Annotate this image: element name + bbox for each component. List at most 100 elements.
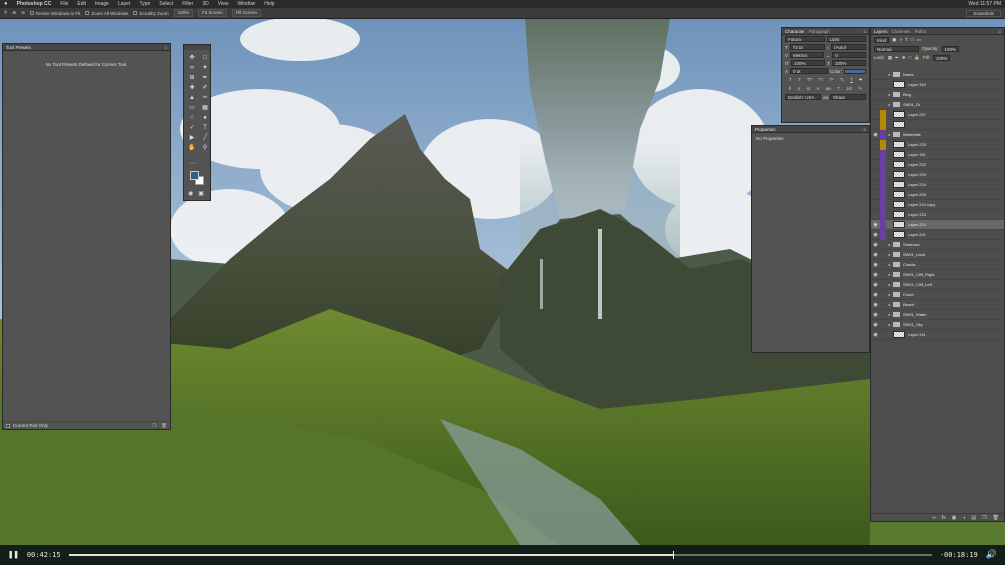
menu-item-3d[interactable]: 3D xyxy=(202,1,208,7)
filter-smart-icon[interactable]: ▭ xyxy=(916,37,920,43)
menu-item-image[interactable]: Image xyxy=(95,1,109,7)
pen-tool-icon[interactable]: ✓ xyxy=(186,123,198,133)
layer-row[interactable]: Layer 340 xyxy=(871,80,1004,90)
baseline-field[interactable]: 0 pt xyxy=(790,68,828,74)
visibility-eye-icon[interactable]: ◉ xyxy=(871,252,880,258)
panel-menu-icon[interactable]: ≡ xyxy=(998,28,1001,34)
lasso-tool-icon[interactable]: ∞ xyxy=(186,63,198,73)
layer-row[interactable]: ◉ Layer 221 xyxy=(871,229,1004,240)
visibility-eye-icon[interactable]: ◉ xyxy=(871,302,880,308)
layer-group-row[interactable]: ◉ ▸ SW01_Land xyxy=(871,250,1004,260)
filter-type-icon[interactable]: T xyxy=(905,37,908,42)
group-disclosure-icon[interactable]: ▸ xyxy=(886,272,893,277)
tab-layers[interactable]: Layers xyxy=(874,28,892,34)
visibility-eye-icon[interactable]: ◉ xyxy=(871,282,880,288)
group-disclosure-icon[interactable]: ▸ xyxy=(886,282,893,287)
menu-item-photoshop-cc[interactable]: Photoshop CC xyxy=(17,1,52,7)
adjustment-layer-icon[interactable]: ◑ xyxy=(962,515,965,521)
visibility-eye-icon[interactable]: ◉ xyxy=(871,132,880,138)
group-disclosure-icon[interactable]: ▸ xyxy=(886,92,893,97)
tab-paths[interactable]: Paths xyxy=(915,28,931,34)
menu-item-view[interactable]: View xyxy=(218,1,229,7)
strikethrough-button[interactable]: T xyxy=(859,77,862,82)
crop-tool-icon[interactable]: ⊞ xyxy=(186,73,198,83)
zoom-tool-panel-icon[interactable]: ⚲ xyxy=(199,143,211,153)
dodge-tool-icon[interactable]: ● xyxy=(199,113,211,123)
progress-knob[interactable] xyxy=(672,551,674,559)
layer-group-row[interactable]: ▸ Bing xyxy=(871,90,1004,100)
filter-pixel-icon[interactable]: ▣ xyxy=(892,37,896,43)
small-caps-button[interactable]: Tт xyxy=(818,77,823,82)
group-disclosure-icon[interactable]: ▸ xyxy=(886,262,893,267)
new-preset-icon[interactable]: ❐ xyxy=(152,423,156,429)
menu-item-edit[interactable]: Edit xyxy=(77,1,86,7)
more-tools-icon[interactable]: ⋯ xyxy=(190,160,196,167)
progress-bar[interactable] xyxy=(68,551,932,559)
half-button[interactable]: ½ xyxy=(858,86,862,91)
opacity-field[interactable]: 100% xyxy=(941,45,960,52)
layer-row[interactable]: Layer 232 xyxy=(871,159,1004,170)
foreground-color-swatch[interactable] xyxy=(190,171,199,180)
alternates-button[interactable]: A xyxy=(816,86,819,91)
lock-artboard-icon[interactable]: □ xyxy=(909,55,912,60)
visibility-eye-icon[interactable]: ◉ xyxy=(871,232,880,238)
layer-group-row[interactable]: ▸ Notes xyxy=(871,70,1004,80)
add-mask-icon[interactable]: ▣ xyxy=(952,515,957,521)
line-tool-icon[interactable]: ╱ xyxy=(199,133,211,143)
group-disclosure-icon[interactable]: ▸ xyxy=(886,102,893,107)
layer-row[interactable]: Layer 229 xyxy=(871,169,1004,180)
gradient-tool-icon[interactable]: ▦ xyxy=(199,103,211,113)
ligature-button[interactable]: fi xyxy=(789,86,791,91)
all-caps-button[interactable]: TT xyxy=(807,77,813,82)
layer-row[interactable]: Layer 226 xyxy=(871,189,1004,200)
current-tool-only-checkbox[interactable] xyxy=(6,423,10,428)
zoom-out-icon[interactable]: ⊖ xyxy=(21,10,25,16)
blend-mode-select[interactable]: Normal xyxy=(874,45,919,52)
layer-group-row[interactable]: ◉ ▸ SW01_Sky xyxy=(871,320,1004,330)
kerning-field[interactable]: Metrics xyxy=(790,52,824,58)
layer-row[interactable]: Layer 224 copy xyxy=(871,199,1004,210)
font-size-field[interactable]: 72 pt xyxy=(789,44,825,50)
path-selection-tool-icon[interactable]: ▶ xyxy=(186,133,198,143)
font-family-select[interactable]: Futura xyxy=(785,36,825,42)
new-layer-icon[interactable]: ❐ xyxy=(982,515,986,521)
quick-mask-icon[interactable]: ◉ xyxy=(188,190,193,197)
menu-item-layer[interactable]: Layer xyxy=(118,1,131,7)
layer-row[interactable]: Layer 181 xyxy=(871,149,1004,160)
tool-presets-tab[interactable]: Tool Presets xyxy=(6,44,35,50)
visibility-eye-icon[interactable]: ◉ xyxy=(871,272,880,278)
group-disclosure-icon[interactable]: ▸ xyxy=(886,242,893,247)
layer-group-row[interactable]: ◉ ▸ SW01_Water xyxy=(871,310,1004,320)
menu-item-file[interactable]: File xyxy=(60,1,68,7)
visibility-eye-icon[interactable]: ◉ xyxy=(871,242,880,248)
menu-item-window[interactable]: Window xyxy=(237,1,255,7)
group-disclosure-icon[interactable]: ▸ xyxy=(886,132,893,137)
font-style-select[interactable]: Light xyxy=(826,36,866,42)
pause-icon[interactable]: ❚❚ xyxy=(8,550,19,560)
vertical-scale-field[interactable]: 100% xyxy=(791,60,826,66)
swash-button[interactable]: st xyxy=(807,86,811,91)
fit-screen-button[interactable]: Fit Screen xyxy=(198,9,227,17)
layer-group-row[interactable]: ◉ ▸ SW01_Cliff_Right xyxy=(871,270,1004,280)
layer-row[interactable] xyxy=(871,119,1004,130)
group-disclosure-icon[interactable]: ▸ xyxy=(886,252,893,257)
zoom-in-icon[interactable]: ⊕ xyxy=(12,10,16,16)
marquee-tool-icon[interactable]: □ xyxy=(199,53,211,63)
hand-tool-icon[interactable]: ✋ xyxy=(186,143,198,153)
menu-item-type[interactable]: Type xyxy=(139,1,150,7)
layer-group-row[interactable]: ◉ ▸ Cloud xyxy=(871,290,1004,300)
zoom-tool-icon[interactable]: ⚲ xyxy=(4,10,7,16)
old-style-button[interactable]: σ xyxy=(798,86,801,91)
layer-row[interactable]: Layer 237 xyxy=(871,109,1004,120)
ordinals-button[interactable]: T xyxy=(837,86,840,91)
layer-row[interactable]: Layer 233 xyxy=(871,139,1004,150)
visibility-eye-icon[interactable]: ◉ xyxy=(871,222,880,228)
language-select[interactable]: English: USA xyxy=(785,94,821,100)
zoom-100-button[interactable]: 100% xyxy=(173,9,194,17)
eyedropper-tool-icon[interactable]: ✒ xyxy=(199,73,211,83)
delete-preset-icon[interactable]: 🗑 xyxy=(161,423,167,429)
fill-screen-button[interactable]: Fill Screen xyxy=(231,9,261,17)
superscript-button[interactable]: T¹ xyxy=(829,77,833,82)
zoom-all-checkbox[interactable]: Zoom All Windows xyxy=(85,11,128,16)
underline-button[interactable]: T xyxy=(850,77,853,82)
